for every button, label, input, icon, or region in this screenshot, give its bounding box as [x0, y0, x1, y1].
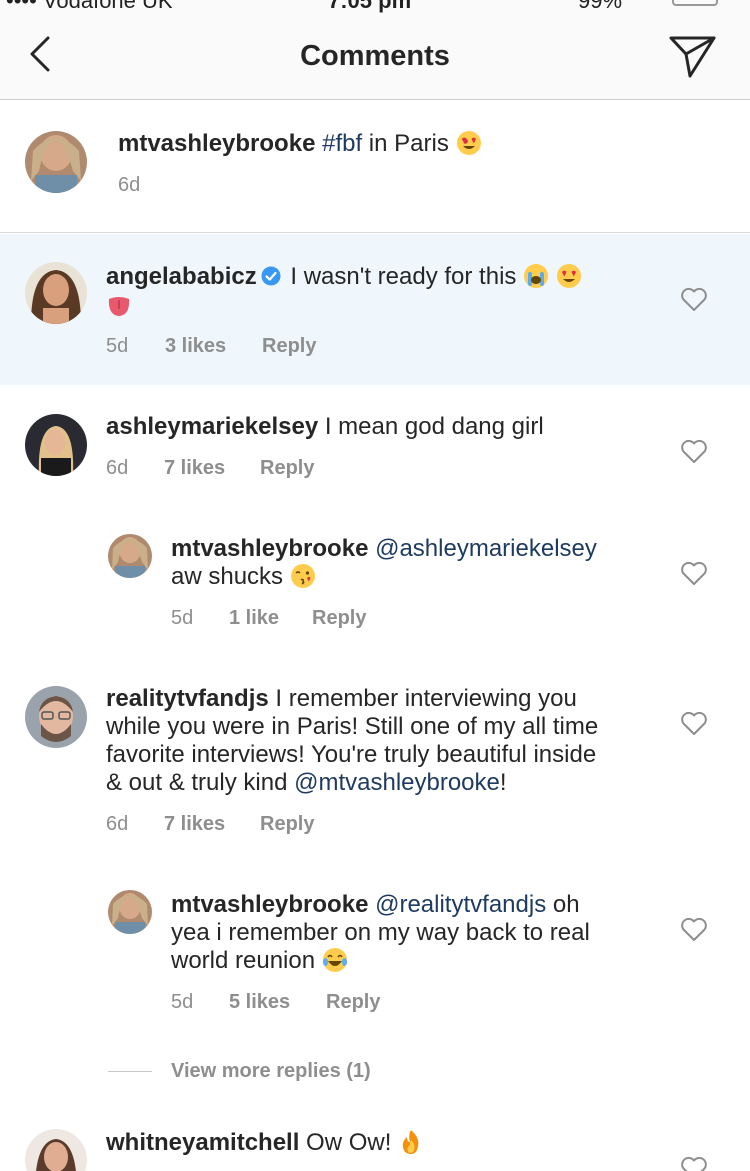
- likes-count[interactable]: 5 likes: [229, 991, 290, 1014]
- comment-time: 6d: [106, 813, 129, 835]
- avatar[interactable]: [25, 1129, 87, 1171]
- battery-icon: [672, 0, 718, 6]
- tongue-emoji-icon: [108, 297, 130, 316]
- avatar-image: [108, 534, 152, 578]
- comment-text-line: !: [499, 769, 507, 796]
- caption-text: in Paris: [362, 130, 456, 157]
- reply-username[interactable]: mtvashleybrooke: [171, 891, 368, 918]
- reply-button[interactable]: Reply: [262, 335, 316, 358]
- likes-count[interactable]: 7 likes: [164, 813, 225, 836]
- comment-username[interactable]: ashleymariekelsey: [106, 413, 318, 440]
- caption-time: 6d: [118, 174, 141, 196]
- reply-time: 5d: [171, 607, 194, 629]
- mention-link[interactable]: @realitytvfandjs: [375, 891, 546, 918]
- likes-count[interactable]: 1 like: [229, 607, 279, 630]
- loudly-crying-emoji-icon: [524, 264, 549, 288]
- comment-text-line: favorite interviews! You're truly beauti…: [106, 741, 597, 768]
- reply-username[interactable]: mtvashleybrooke: [171, 535, 368, 562]
- reply-text: aw shucks: [171, 563, 290, 590]
- avatar[interactable]: [108, 534, 152, 578]
- post-caption: mtvashleybrooke #fbf in Paris 6d: [0, 101, 750, 233]
- reply-button[interactable]: Reply: [260, 457, 314, 480]
- status-bar: •••• Vodafone UK 7:05 pm 99%: [0, 0, 750, 14]
- comment-username[interactable]: whitneyamitchell: [106, 1129, 299, 1156]
- avatar-image: [25, 1129, 87, 1171]
- heart-eyes-emoji-icon: [556, 264, 581, 288]
- hashtag-link[interactable]: #fbf: [322, 130, 362, 157]
- kissing-wink-emoji-icon: [290, 564, 315, 588]
- comment-text-line: I remember interviewing you: [268, 685, 577, 712]
- heart-eyes-emoji-icon: [456, 131, 481, 155]
- comment-text: Ow Ow!: [299, 1129, 399, 1156]
- avatar[interactable]: [25, 131, 87, 193]
- view-more-replies-button[interactable]: View more replies (1): [171, 1060, 371, 1083]
- avatar[interactable]: [25, 414, 87, 476]
- share-button[interactable]: [666, 32, 720, 80]
- avatar-image: [25, 414, 87, 476]
- reply-time: 5d: [171, 991, 194, 1013]
- verified-badge-icon: [261, 266, 281, 286]
- battery-percent: 99%: [578, 0, 623, 13]
- reply-text-line: yea i remember on my way back to real: [171, 919, 590, 946]
- avatar[interactable]: [25, 686, 87, 748]
- likes-count[interactable]: 7 likes: [164, 457, 225, 480]
- avatar[interactable]: [108, 890, 152, 934]
- comment-username[interactable]: realitytvfandjs: [106, 685, 269, 712]
- reply-button[interactable]: Reply: [312, 607, 366, 630]
- reply-button[interactable]: Reply: [326, 991, 380, 1014]
- heart-icon[interactable]: [680, 1155, 708, 1171]
- nav-header: Comments: [0, 14, 750, 100]
- comment-username[interactable]: angelababicz: [106, 263, 257, 290]
- reply-text-line: world reunion: [171, 947, 322, 974]
- comment-text: I wasn't ready for this: [283, 263, 524, 290]
- mention-link[interactable]: @ashleymariekelsey: [375, 535, 597, 562]
- mention-link[interactable]: @mtvashleybrooke: [294, 769, 500, 796]
- likes-count[interactable]: 3 likes: [165, 335, 226, 358]
- tears-of-joy-emoji-icon: [322, 948, 347, 972]
- avatar-image: [25, 262, 87, 324]
- divider: [108, 1071, 152, 1072]
- heart-icon[interactable]: [680, 560, 708, 586]
- avatar-image: [25, 131, 87, 193]
- comment-time: 5d: [106, 335, 129, 357]
- comment-text: I mean god dang girl: [318, 413, 544, 440]
- comment-text-line: while you were in Paris! Still one of my…: [106, 713, 599, 740]
- avatar[interactable]: [25, 262, 87, 324]
- carrier-label: •••• Vodafone UK: [6, 0, 173, 13]
- clock: 7:05 pm: [328, 0, 412, 13]
- heart-icon[interactable]: [680, 438, 708, 464]
- reply-text-line: oh: [546, 891, 580, 918]
- caption-username[interactable]: mtvashleybrooke: [118, 130, 315, 157]
- heart-icon[interactable]: [680, 710, 708, 736]
- heart-icon[interactable]: [680, 916, 708, 942]
- page-title: Comments: [300, 40, 450, 72]
- comment-text-line: & out & truly kind: [106, 769, 295, 796]
- comment-time: 6d: [106, 457, 129, 479]
- paper-plane-icon: [669, 36, 716, 78]
- avatar-image: [108, 890, 152, 934]
- avatar-image: [25, 686, 87, 748]
- fire-emoji-icon: [402, 1130, 419, 1154]
- reply-button[interactable]: Reply: [260, 813, 314, 836]
- heart-icon[interactable]: [680, 286, 708, 312]
